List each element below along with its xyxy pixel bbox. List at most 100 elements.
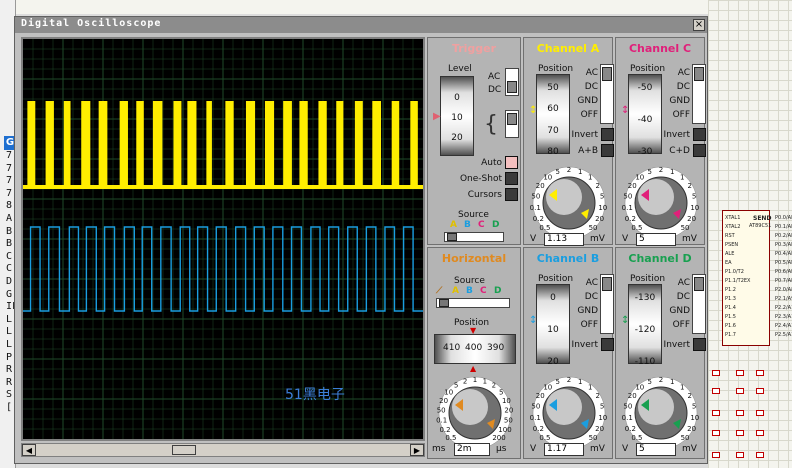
component-list-item[interactable]: C bbox=[6, 263, 12, 274]
channel-c-coupling-switch[interactable] bbox=[692, 64, 706, 124]
component-list-item[interactable]: L bbox=[6, 314, 12, 325]
chip-pin-right: P2.5/A13 bbox=[775, 332, 792, 338]
channel-a-unit-right: mV bbox=[590, 234, 605, 244]
channel-c-knob-tick-label: 1 bbox=[680, 173, 684, 181]
push-switch[interactable] bbox=[756, 388, 764, 394]
component-list-item[interactable]: 8 bbox=[6, 200, 12, 211]
channel-d-knob-tick-label: 1 bbox=[680, 383, 684, 391]
channel-a-trace-pulse bbox=[206, 101, 212, 187]
channel-b-mode-off: OFF bbox=[580, 320, 598, 330]
component-list-item[interactable]: 7 bbox=[6, 163, 12, 174]
horizontal-panel: Horizontal Source ⟋ A B C D Position ▼ 4… bbox=[427, 247, 521, 459]
trigger-panel: Trigger Level 0 10 20 ▶ AC DC { Auto One… bbox=[427, 37, 521, 245]
push-switch[interactable] bbox=[736, 430, 744, 436]
channel-a-coupling-switch[interactable] bbox=[600, 64, 614, 124]
push-switch[interactable] bbox=[736, 410, 744, 416]
component-list-item[interactable]: S bbox=[6, 389, 12, 400]
trigger-cursors-button[interactable] bbox=[505, 188, 518, 201]
trigger-level-drum[interactable]: 0 10 20 ▶ bbox=[433, 76, 474, 156]
channel-a-invert-button[interactable] bbox=[601, 128, 614, 141]
trigger-source-slider[interactable] bbox=[444, 232, 504, 242]
channel-b-mode-dc: DC bbox=[584, 292, 598, 302]
channel-a-mode-gnd: GND bbox=[577, 96, 598, 106]
channel-d-knob-tick-label: 0.2 bbox=[625, 425, 636, 433]
trigger-coupling-switch[interactable] bbox=[505, 68, 519, 96]
component-list-item[interactable]: C bbox=[6, 251, 12, 262]
push-switch[interactable] bbox=[712, 452, 720, 458]
push-switch[interactable] bbox=[712, 410, 720, 416]
channel-d-mode-dc: DC bbox=[676, 292, 690, 302]
title-bar[interactable]: Digital Oscilloscope × bbox=[15, 17, 707, 33]
component-list-item[interactable]: 7 bbox=[6, 188, 12, 199]
horizontal-source-d: D bbox=[494, 286, 502, 296]
channel-b-knob-tick-label: 10 bbox=[598, 414, 607, 422]
channel-b-knob-tick-label: 5 bbox=[556, 378, 560, 386]
push-switch[interactable] bbox=[712, 370, 720, 376]
channel-d-title: Channel D bbox=[628, 252, 692, 265]
timebase-knob-tick-label: 2 bbox=[463, 377, 467, 385]
push-switch[interactable] bbox=[736, 388, 744, 394]
chip-pin-right: P0.0/AD0 bbox=[775, 215, 792, 221]
component-list-item[interactable]: L bbox=[6, 339, 12, 350]
component-list-item[interactable]: B bbox=[6, 226, 12, 237]
channel-a-knob-tick-label: 0.1 bbox=[530, 204, 541, 212]
horizontal-position-drum[interactable]: 410 400 390 bbox=[434, 334, 516, 364]
channel-c-sum-button[interactable] bbox=[693, 144, 706, 157]
component-list-item[interactable]: B bbox=[6, 238, 12, 249]
scroll-right-arrow-icon[interactable]: ▶ bbox=[410, 444, 424, 456]
trigger-edge-switch[interactable] bbox=[505, 110, 519, 138]
push-switch[interactable] bbox=[756, 452, 764, 458]
hpos-tick: 390 bbox=[487, 343, 505, 353]
push-switch[interactable] bbox=[756, 410, 764, 416]
push-switch[interactable] bbox=[736, 370, 744, 376]
component-list-item[interactable]: G bbox=[6, 289, 12, 300]
component-list-item[interactable]: A bbox=[6, 213, 12, 224]
timebase-value: 2m bbox=[454, 443, 490, 456]
close-button[interactable]: × bbox=[693, 19, 705, 31]
trigger-oneshot-button[interactable] bbox=[505, 172, 518, 185]
timebase-knob-tick-label: 20 bbox=[504, 407, 513, 415]
horizontal-scrollbar[interactable]: ◀ ▶ bbox=[21, 443, 425, 457]
push-switch[interactable] bbox=[712, 430, 720, 436]
scroll-left-arrow-icon[interactable]: ◀ bbox=[22, 444, 36, 456]
channel-b-knob-tick-label: 1 bbox=[588, 383, 592, 391]
push-switch[interactable] bbox=[756, 430, 764, 436]
channel-d-knob-tick-label: 2 bbox=[688, 392, 692, 400]
channel-c-panel: Channel C Position -50 -40 -30 ↕ AC DC GND OF… bbox=[615, 37, 706, 246]
horizontal-source-slider[interactable] bbox=[436, 298, 510, 308]
trigger-auto-label: Auto bbox=[481, 158, 502, 168]
channel-a-sum-button[interactable] bbox=[601, 144, 614, 157]
component-list-item[interactable]: [ bbox=[6, 402, 12, 413]
timebase-knob-tick-label: 2 bbox=[492, 382, 496, 390]
channel-b-coupling-switch[interactable] bbox=[600, 274, 614, 334]
chip-pin-left: P1.5 bbox=[725, 314, 736, 320]
channel-b-invert-button[interactable] bbox=[601, 338, 614, 351]
channel-c-knob-tick-label: 50 bbox=[681, 224, 690, 232]
channel-c-mode-ac: AC bbox=[677, 68, 690, 78]
trigger-auto-button[interactable] bbox=[505, 156, 518, 169]
channel-d-coupling-switch[interactable] bbox=[692, 274, 706, 334]
channel-a-trace-pulse bbox=[264, 101, 275, 187]
channel-b-knob-tick-label: 0.1 bbox=[530, 414, 541, 422]
channel-c-knob-tick-label: 2 bbox=[688, 182, 692, 190]
channel-c-invert-button[interactable] bbox=[693, 128, 706, 141]
component-list-item[interactable]: L bbox=[6, 326, 12, 337]
channel-a-mode-dc: DC bbox=[584, 82, 598, 92]
component-list-item[interactable]: R bbox=[6, 377, 12, 388]
microcontroller-chip[interactable]: SEND AT89C51 XTAL1 XTAL2 RST PSEN ALE EA P1.0/… bbox=[722, 210, 792, 346]
chip-pin-right: P2.1/A9 bbox=[775, 296, 792, 302]
channel-d-invert-button[interactable] bbox=[693, 338, 706, 351]
level-tick: 20 bbox=[451, 133, 463, 143]
component-list-item[interactable]: P bbox=[6, 352, 12, 363]
push-switch[interactable] bbox=[736, 452, 744, 458]
edge-brace-icon: { bbox=[484, 112, 498, 137]
component-list-item[interactable]: 7 bbox=[6, 150, 12, 161]
scroll-thumb[interactable] bbox=[172, 445, 196, 455]
chip-pin-left: XTAL1 bbox=[725, 215, 741, 221]
push-switch[interactable] bbox=[712, 388, 720, 394]
push-switch[interactable] bbox=[756, 370, 764, 376]
component-list-item[interactable]: D bbox=[6, 276, 12, 287]
component-list-item[interactable]: 7 bbox=[6, 175, 12, 186]
component-list-item[interactable]: R bbox=[6, 364, 12, 375]
channel-c-knob-tick-label: 20 bbox=[628, 182, 637, 190]
